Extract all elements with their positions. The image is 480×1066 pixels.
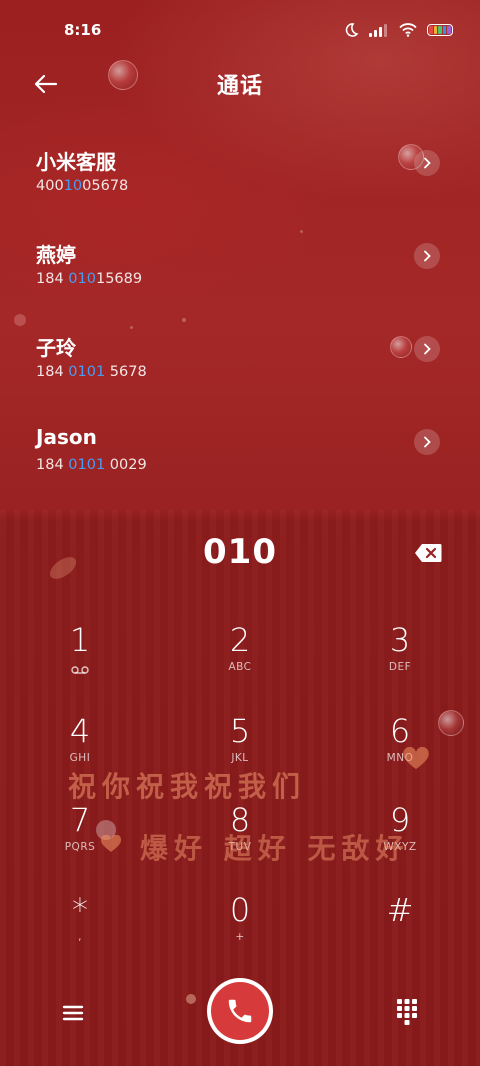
key-8[interactable]: 8 TUV — [180, 800, 300, 870]
number-match-highlight: 0101 — [68, 364, 106, 380]
key-5[interactable]: 5 JKL — [180, 711, 300, 781]
contact-detail-button[interactable] — [414, 336, 440, 362]
key-hash[interactable]: # — [340, 890, 460, 960]
contact-detail-button[interactable] — [414, 429, 440, 455]
key-1[interactable]: 1 — [20, 620, 140, 690]
bottom-bar — [0, 978, 480, 1046]
contact-number: 4001005678 — [36, 178, 129, 194]
key-4[interactable]: 4 GHI — [20, 711, 140, 781]
call-button[interactable] — [207, 978, 273, 1044]
call-button-inner — [211, 982, 269, 1040]
contact-number: 184 0101 5678 — [36, 364, 147, 380]
contact-number: 184 01015689 — [36, 271, 143, 287]
contact-name: 燕婷 — [36, 243, 76, 267]
key-9[interactable]: 9 WXYZ — [340, 800, 460, 870]
key-7[interactable]: 7 PQRS — [20, 800, 140, 870]
contact-row[interactable]: 燕婷 184 01015689 — [0, 223, 480, 303]
dialed-number: 010 — [203, 532, 277, 572]
contact-name: Jason — [36, 425, 97, 449]
contact-name: 子玲 — [36, 336, 76, 360]
contact-detail-button[interactable] — [414, 150, 440, 176]
number-match-highlight: 0101 — [68, 457, 106, 473]
header: 通话 — [0, 60, 480, 108]
backspace-icon[interactable] — [414, 543, 442, 563]
battery-icon — [427, 24, 453, 36]
number-match-highlight: 010 — [68, 271, 96, 287]
chevron-right-icon — [424, 343, 431, 355]
status-time: 8:16 — [64, 21, 102, 39]
key-6[interactable]: 6 MNO — [340, 711, 460, 781]
contact-name: 小米客服 — [36, 150, 116, 174]
key-3[interactable]: 3 DEF — [340, 620, 460, 690]
contact-number: 184 0101 0029 — [36, 457, 147, 473]
chevron-right-icon — [424, 157, 431, 169]
contact-row[interactable]: 小米客服 4001005678 — [0, 130, 480, 210]
chevron-right-icon — [424, 436, 431, 448]
menu-icon[interactable] — [58, 998, 88, 1028]
key-0[interactable]: 0 + — [180, 890, 300, 960]
moon-icon — [345, 23, 359, 37]
dialpad-toggle-icon[interactable] — [394, 996, 420, 1026]
contact-row[interactable]: Jason 184 0101 0029 — [0, 409, 480, 489]
wifi-icon — [399, 23, 417, 37]
number-match-highlight: 10 — [63, 178, 83, 194]
contact-row[interactable]: 子玲 184 0101 5678 — [0, 316, 480, 396]
contact-detail-button[interactable] — [414, 243, 440, 269]
status-icons — [343, 22, 453, 38]
key-2[interactable]: 2 ABC — [180, 620, 300, 690]
voicemail-icon — [71, 666, 89, 674]
phone-icon — [228, 999, 252, 1023]
chevron-right-icon — [424, 250, 431, 262]
key-star[interactable]: *, — [20, 890, 140, 960]
page-title: 通话 — [216, 74, 263, 99]
status-bar: 8:16 — [0, 0, 480, 60]
signal-icon — [369, 23, 389, 37]
